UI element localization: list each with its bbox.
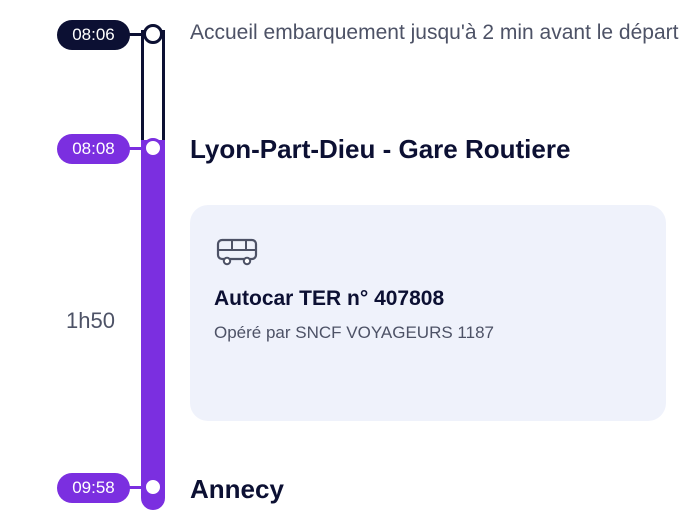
arrival-station: Annecy <box>190 474 284 504</box>
boarding-time-badge: 08:06 <box>57 20 130 50</box>
boarding-node <box>143 24 163 44</box>
boarding-note: Accueil embarquement jusqu'à 2 min avant… <box>190 21 679 44</box>
segment-operator: Opéré par SNCF VOYAGEURS 1187 <box>214 323 494 342</box>
journey-track <box>141 140 165 510</box>
departure-station: Lyon-Part-Dieu - Gare Routiere <box>190 134 571 164</box>
arrival-time-badge: 09:58 <box>57 473 130 503</box>
journey-timeline: 08:06 Accueil embarquement jusqu'à 2 min… <box>0 0 696 532</box>
departure-connector <box>129 147 143 150</box>
arrival-connector <box>129 486 143 489</box>
boarding-track <box>141 30 165 146</box>
segment-card[interactable]: Autocar TER n° 407808 Opéré par SNCF VOY… <box>190 205 666 421</box>
boarding-connector <box>129 33 143 36</box>
journey-duration: 1h50 <box>66 308 115 333</box>
segment-title: Autocar TER n° 407808 <box>214 287 445 310</box>
departure-node <box>143 138 163 158</box>
departure-time-badge: 08:08 <box>57 134 130 164</box>
arrival-node <box>143 477 163 497</box>
bus-icon <box>216 238 258 266</box>
